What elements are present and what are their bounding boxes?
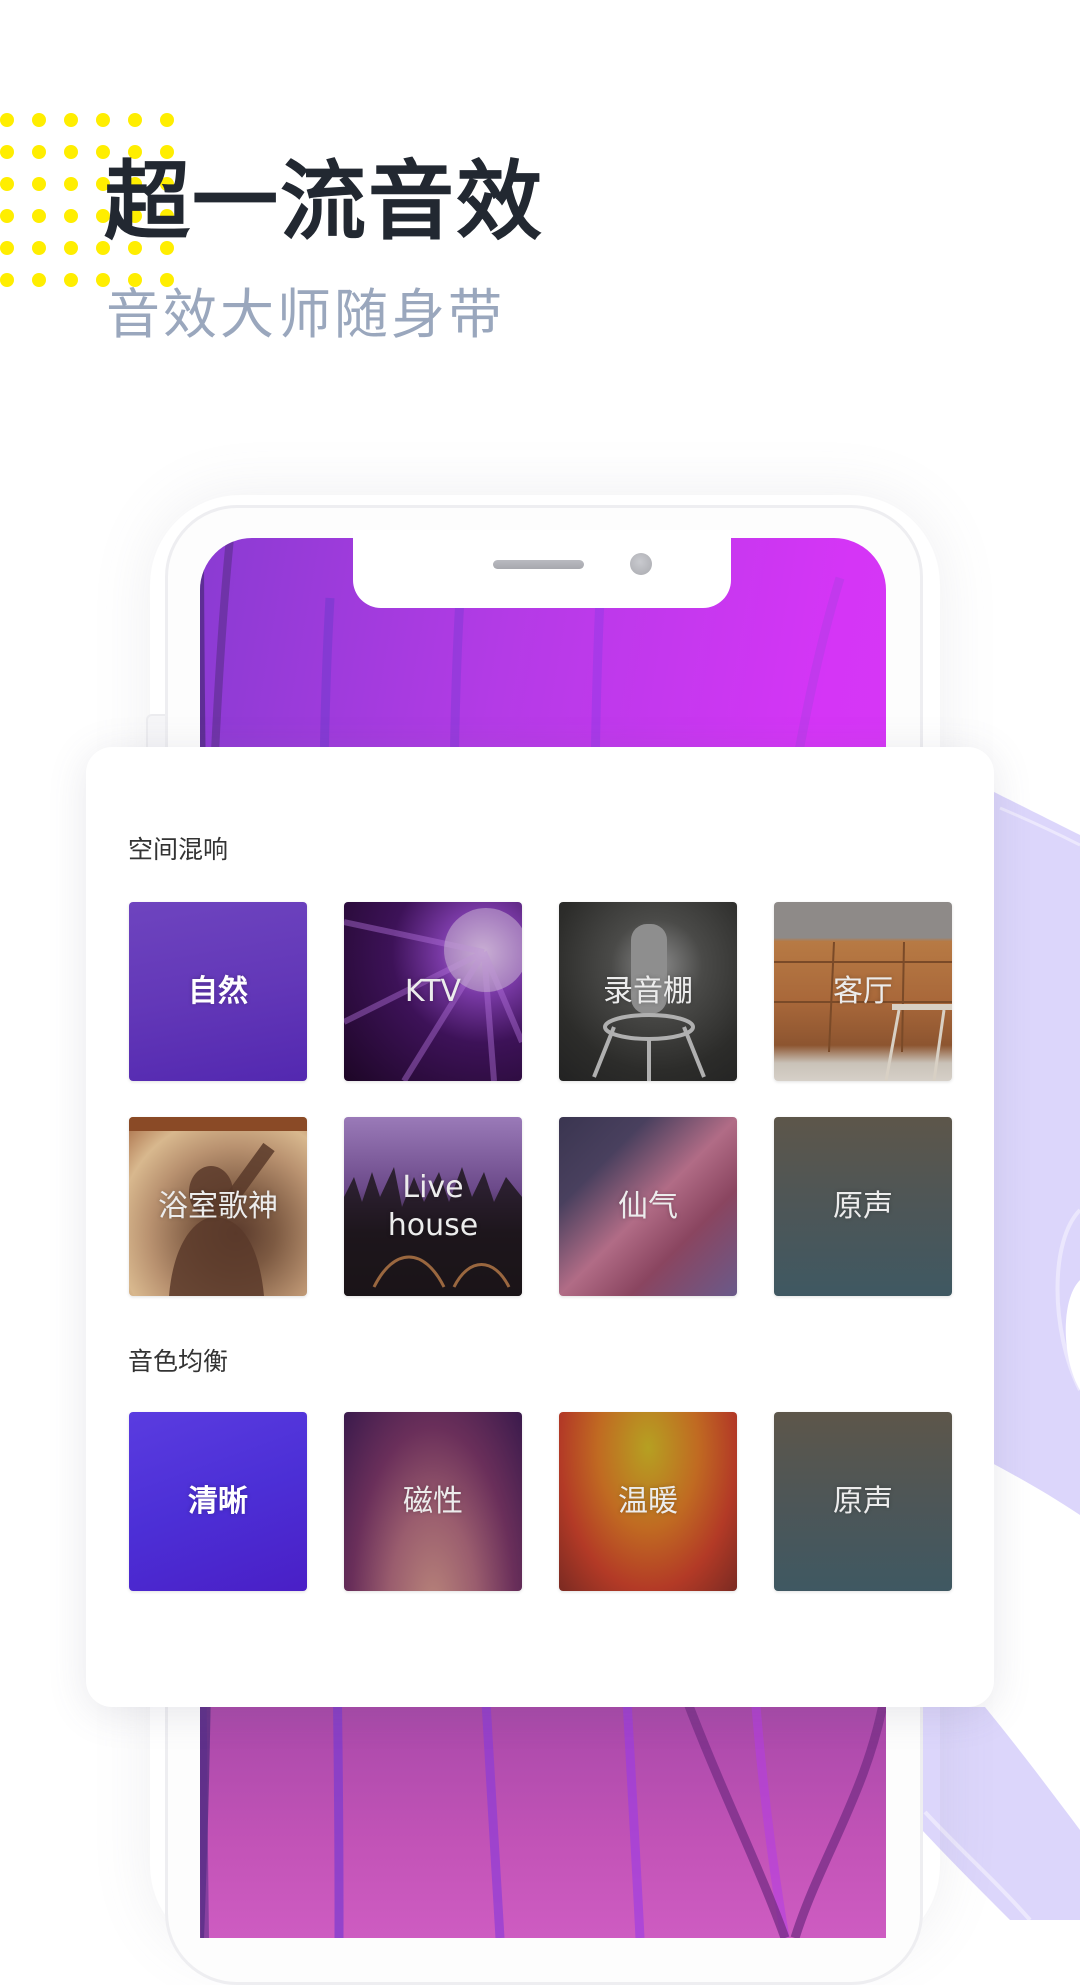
decorative-dot bbox=[160, 113, 174, 127]
decorative-dot bbox=[32, 177, 46, 191]
preset-label: 清晰 bbox=[188, 1483, 248, 1519]
decorative-dot bbox=[32, 145, 46, 159]
decorative-dot bbox=[64, 113, 78, 127]
preset-label: 磁性 bbox=[403, 1483, 463, 1519]
decorative-dot bbox=[96, 113, 110, 127]
preset-tile-shower-singer[interactable]: 浴室歌神 bbox=[129, 1117, 307, 1296]
sound-effects-panel: 空间混响 自然 KTV 录音棚 客厅 浴室歌神 Live house 仙气 原声… bbox=[86, 747, 994, 1707]
decorative-dot bbox=[64, 273, 78, 287]
section-label-reverb: 空间混响 bbox=[128, 835, 229, 864]
hero-subtitle: 音效大师随身带 bbox=[106, 283, 505, 346]
preset-label: 原声 bbox=[833, 1483, 893, 1519]
decorative-dot bbox=[0, 113, 14, 127]
decorative-dot bbox=[32, 273, 46, 287]
preset-tile-magnetic[interactable]: 磁性 bbox=[344, 1412, 522, 1591]
decorative-dot bbox=[32, 209, 46, 223]
preset-tile-original-eq[interactable]: 原声 bbox=[774, 1412, 952, 1591]
preset-label: Live house bbox=[387, 1169, 479, 1243]
section-label-equalizer: 音色均衡 bbox=[128, 1347, 229, 1376]
preset-tile-living-room[interactable]: 客厅 bbox=[774, 902, 952, 1081]
preset-tile-clear[interactable]: 清晰 bbox=[129, 1412, 307, 1591]
phone-notch bbox=[353, 530, 731, 608]
decorative-dot bbox=[64, 209, 78, 223]
decorative-dot bbox=[0, 241, 14, 255]
decorative-dot bbox=[0, 273, 14, 287]
preset-tile-original-reverb[interactable]: 原声 bbox=[774, 1117, 952, 1296]
decorative-dot bbox=[32, 241, 46, 255]
phone-speaker-icon bbox=[493, 560, 584, 569]
preset-tile-ethereal[interactable]: 仙气 bbox=[559, 1117, 737, 1296]
preset-tile-warm[interactable]: 温暖 bbox=[559, 1412, 737, 1591]
phone-camera-icon bbox=[630, 553, 652, 575]
preset-label: KTV bbox=[404, 973, 462, 1009]
decorative-dot bbox=[128, 113, 142, 127]
decorative-dot bbox=[0, 177, 14, 191]
preset-label: 自然 bbox=[188, 973, 248, 1009]
decorative-dot bbox=[0, 209, 14, 223]
decorative-dot bbox=[64, 145, 78, 159]
preset-label: 原声 bbox=[833, 1188, 893, 1224]
preset-label: 客厅 bbox=[833, 973, 893, 1009]
preset-label: 仙气 bbox=[618, 1188, 678, 1224]
decorative-dot bbox=[32, 113, 46, 127]
preset-tile-nature[interactable]: 自然 bbox=[129, 902, 307, 1081]
decorative-dot bbox=[0, 145, 14, 159]
preset-tile-live-house[interactable]: Live house bbox=[344, 1117, 522, 1296]
preset-tile-ktv[interactable]: KTV bbox=[344, 902, 522, 1081]
preset-label: 浴室歌神 bbox=[158, 1188, 278, 1224]
preset-label: 温暖 bbox=[618, 1483, 678, 1519]
decorative-dot bbox=[64, 177, 78, 191]
preset-tile-studio[interactable]: 录音棚 bbox=[559, 902, 737, 1081]
preset-label: 录音棚 bbox=[603, 973, 693, 1009]
decorative-dot bbox=[64, 241, 78, 255]
hero-title: 超一流音效 bbox=[104, 152, 544, 252]
